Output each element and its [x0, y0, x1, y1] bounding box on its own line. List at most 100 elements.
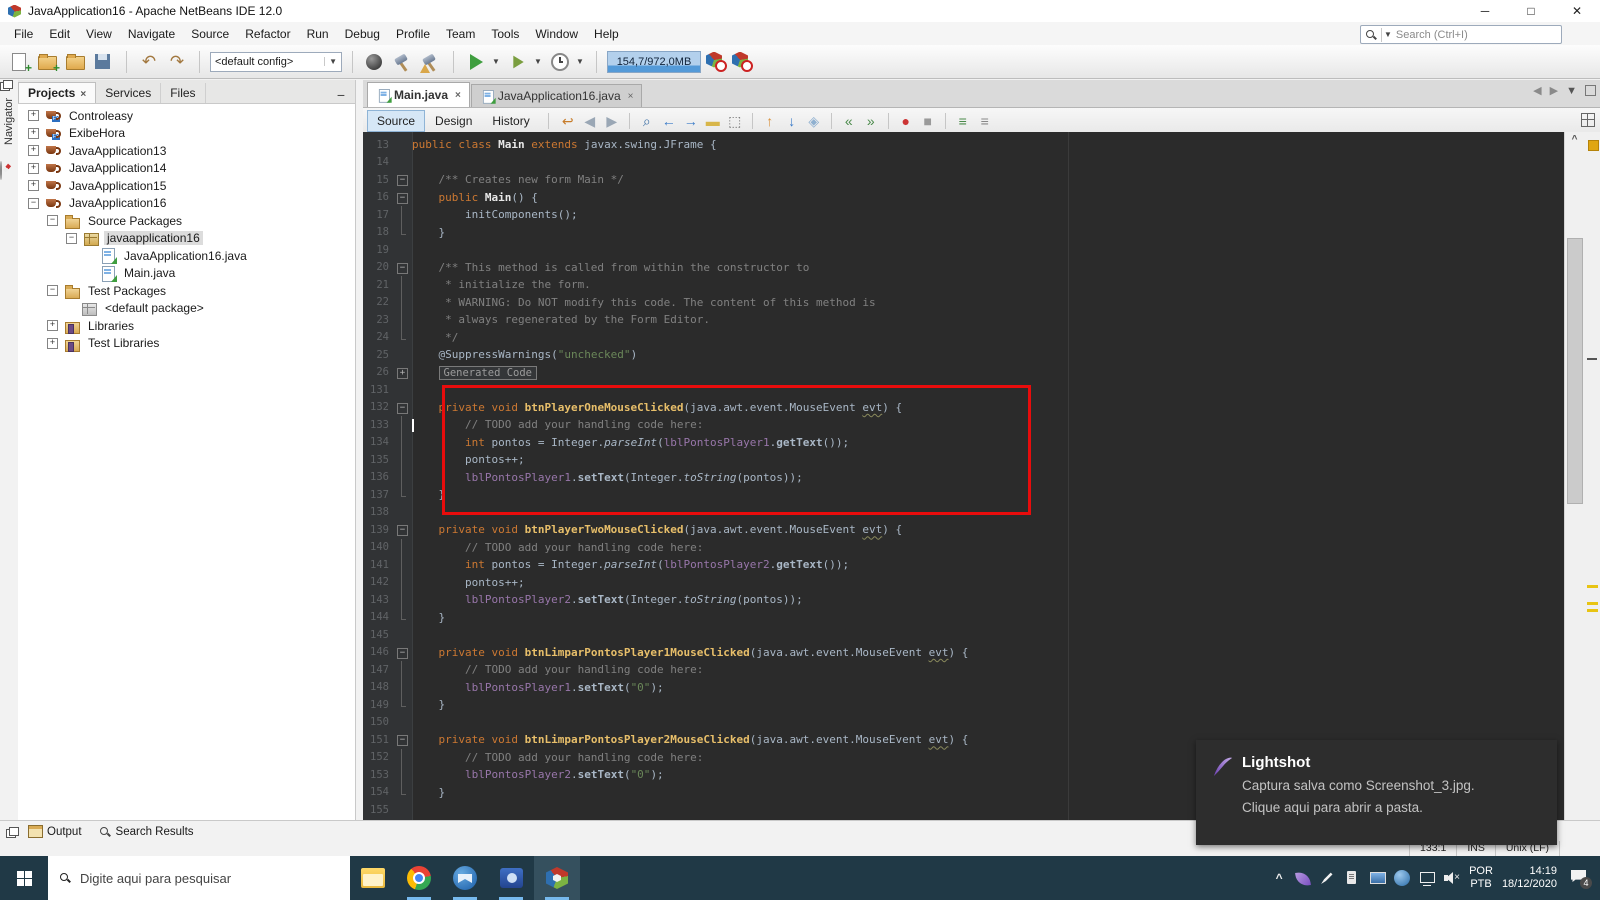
tree-item[interactable]: − javaapplication16: [18, 230, 355, 248]
tree-expander-icon[interactable]: +: [47, 337, 58, 349]
minimize-panel-icon[interactable]: −: [327, 87, 355, 103]
taskbar-search-input[interactable]: Digite aqui para pesquisar: [48, 856, 350, 900]
maximize-editor-icon[interactable]: [1585, 85, 1596, 96]
menu-navigate[interactable]: Navigate: [120, 24, 183, 44]
tab-scroll-right-icon[interactable]: ▶: [1550, 84, 1558, 97]
menu-view[interactable]: View: [78, 24, 120, 44]
taskbar-app-chrome[interactable]: [396, 856, 442, 900]
next-occurrence-icon[interactable]: →: [680, 111, 702, 131]
fold-toggle-icon[interactable]: −: [393, 399, 412, 417]
fold-box-icon[interactable]: −: [397, 735, 408, 746]
tree-item[interactable]: − JavaApplication16: [18, 195, 355, 213]
tree-expander-icon[interactable]: +: [47, 320, 58, 332]
tree-item[interactable]: + JavaApplication15: [18, 177, 355, 195]
tree-expander-icon[interactable]: +: [28, 127, 39, 139]
menu-edit[interactable]: Edit: [41, 24, 78, 44]
toggle-bookmark-icon[interactable]: ◈: [803, 111, 825, 131]
tree-expander-icon[interactable]: +: [28, 162, 39, 174]
build-hammer-icon[interactable]: [391, 50, 415, 74]
uncomment-icon[interactable]: ≡: [974, 111, 996, 131]
fold-toggle-icon[interactable]: −: [393, 521, 412, 539]
stripe-warning-mark[interactable]: [1587, 609, 1598, 612]
fold-toggle-icon[interactable]: −: [393, 644, 412, 662]
navigator-tab[interactable]: Navigator: [3, 86, 15, 156]
language-indicator[interactable]: POR PTB: [1469, 865, 1493, 891]
gc-clock-icon[interactable]: [705, 51, 727, 73]
tree-item[interactable]: + Test Libraries: [18, 335, 355, 353]
menu-tools[interactable]: Tools: [483, 24, 527, 44]
taskbar-app-thunderbird[interactable]: [442, 856, 488, 900]
menu-source[interactable]: Source: [183, 24, 237, 44]
display-settings-icon[interactable]: [1369, 870, 1387, 886]
menu-refactor[interactable]: Refactor: [237, 24, 298, 44]
volume-muted-icon[interactable]: ×: [1444, 870, 1460, 886]
fold-toggle-icon[interactable]: −: [393, 171, 412, 189]
screen-share-icon[interactable]: [1419, 870, 1436, 886]
minimize-button[interactable]: ─: [1462, 0, 1508, 22]
network-globe-icon[interactable]: [1394, 870, 1411, 886]
menu-run[interactable]: Run: [299, 24, 337, 44]
tree-expander-icon[interactable]: +: [28, 110, 39, 122]
tree-expander-icon[interactable]: −: [47, 215, 58, 227]
toggle-highlight-icon[interactable]: ▬: [702, 111, 724, 131]
fold-box-icon[interactable]: −: [397, 192, 408, 204]
quick-search-input[interactable]: ▼ Search (Ctrl+I): [1360, 25, 1562, 44]
tree-item[interactable]: JavaApplication16.java: [18, 247, 355, 265]
panel-tab-services[interactable]: Services: [96, 83, 162, 103]
tree-item[interactable]: − Source Packages: [18, 212, 355, 230]
start-button[interactable]: [0, 856, 48, 900]
fold-toggle-icon[interactable]: −: [393, 259, 412, 277]
fold-box-icon[interactable]: −: [397, 175, 408, 186]
fold-toggle-icon[interactable]: −: [393, 189, 412, 207]
error-stripe[interactable]: [1584, 132, 1600, 820]
scroll-up-icon[interactable]: ^: [1565, 134, 1584, 145]
open-project-icon[interactable]: [64, 50, 88, 74]
find-selection-icon[interactable]: ⌕: [636, 111, 658, 131]
navigator-compass-icon[interactable]: [0, 161, 2, 180]
taskbar-app-media-app[interactable]: [488, 856, 534, 900]
taskbar-app-netbeans[interactable]: [534, 856, 580, 900]
clean-build-sphere-icon[interactable]: [363, 50, 387, 74]
view-history-button[interactable]: History: [482, 110, 539, 132]
view-source-button[interactable]: Source: [367, 109, 426, 132]
fold-box-icon[interactable]: +: [397, 367, 408, 379]
clock[interactable]: 14:19 18/12/2020: [1502, 865, 1557, 891]
forward-icon[interactable]: ▶: [601, 111, 623, 131]
debug-dropdown-icon[interactable]: ▼: [534, 57, 544, 66]
notification-line2[interactable]: Clique aqui para abrir a pasta.: [1242, 800, 1423, 815]
menu-help[interactable]: Help: [586, 24, 627, 44]
tree-item[interactable]: + JavaApplication13: [18, 142, 355, 160]
tray-expand-icon[interactable]: ^: [1271, 870, 1287, 886]
menu-file[interactable]: File: [6, 24, 41, 44]
document-tray-icon[interactable]: [1344, 870, 1360, 886]
next-bookmark-icon[interactable]: ↓: [781, 111, 803, 131]
lightshot-notification[interactable]: Lightshot Captura salva como Screenshot_…: [1196, 740, 1557, 845]
editor-tab-main.java[interactable]: Main.java ×: [367, 82, 470, 107]
fold-box-icon[interactable]: −: [397, 402, 408, 414]
view-design-button[interactable]: Design: [425, 110, 482, 132]
panel-tab-projects[interactable]: Projects ×: [18, 82, 97, 103]
code-editor[interactable]: 13 public class Main extends javax.swing.…: [363, 132, 1600, 820]
warnings-indicator-icon[interactable]: [1588, 140, 1599, 151]
tree-item[interactable]: − Test Packages: [18, 282, 355, 300]
rect-selection-icon[interactable]: ⬚: [724, 111, 746, 131]
profile-icon[interactable]: [548, 50, 572, 74]
panel-tab-files[interactable]: Files: [161, 83, 206, 103]
tree-item[interactable]: Main.java: [18, 265, 355, 283]
new-file-icon[interactable]: +: [8, 50, 32, 75]
tab-list-dropdown-icon[interactable]: ▼: [1566, 85, 1577, 97]
prev-bookmark-icon[interactable]: ↑: [759, 111, 781, 131]
scrollbar-thumb[interactable]: [1567, 238, 1583, 504]
menu-debug[interactable]: Debug: [337, 24, 388, 44]
editor-scrollbar[interactable]: ^: [1564, 132, 1584, 820]
tree-expander-icon[interactable]: +: [28, 180, 39, 192]
maximize-button[interactable]: □: [1508, 0, 1554, 22]
menu-team[interactable]: Team: [438, 24, 483, 44]
close-tab-icon[interactable]: ×: [80, 89, 86, 100]
config-select[interactable]: <default config> ▼: [210, 51, 342, 72]
profile-dropdown-icon[interactable]: ▼: [576, 57, 586, 66]
pen-input-icon[interactable]: [1319, 870, 1335, 886]
tree-item[interactable]: + JavaApplication14: [18, 160, 355, 178]
stop-macro-icon[interactable]: ■: [917, 111, 939, 131]
fold-toggle-icon[interactable]: −: [393, 731, 412, 749]
